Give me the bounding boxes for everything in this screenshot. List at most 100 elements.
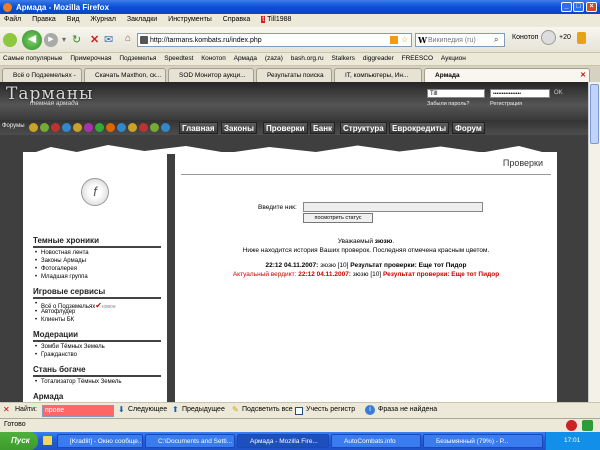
maximize-button[interactable]: □ [573, 2, 584, 12]
search-icon[interactable]: ⌕ [494, 35, 498, 45]
sidebar-link[interactable]: Гражданство [35, 352, 77, 358]
find-prev-button[interactable]: Предыдущее [182, 406, 225, 413]
find-prev-icon[interactable]: ⬆ [172, 405, 179, 414]
flash-player-icon[interactable]: f [81, 178, 109, 206]
clan-badge-icon[interactable] [117, 123, 126, 132]
clan-badge-icon[interactable] [40, 123, 49, 132]
clan-badge-icon[interactable] [150, 123, 159, 132]
bookmark-item[interactable]: (zaza) [265, 55, 283, 62]
clan-badge-icon[interactable] [106, 123, 115, 132]
menu-tools[interactable]: Инструменты [168, 16, 212, 23]
search-box[interactable]: W Википедия (ru) ⌕ [415, 33, 505, 47]
login-ok-button[interactable]: OK [554, 90, 563, 96]
sidebar-link[interactable]: Зомби Тёмных Земель [35, 344, 105, 350]
bookmark-item[interactable]: Stalkers [331, 55, 354, 62]
highlight-all-button[interactable]: Подсветить все [242, 406, 293, 413]
bookmark-item[interactable]: Самые популярные [3, 55, 63, 62]
start-button[interactable]: Пуск [0, 432, 38, 450]
taskbar-item[interactable]: AutoCombats.info [331, 434, 421, 448]
nav-forum[interactable]: Форум [452, 122, 485, 134]
adblock-icon[interactable] [566, 420, 577, 431]
login-name-field[interactable]: Till [427, 89, 485, 98]
nav-eurocredits[interactable]: Еврокредиты [389, 122, 450, 134]
find-input[interactable]: прове [42, 405, 114, 417]
notes-icon[interactable] [577, 32, 586, 44]
bookmark-item[interactable]: Аукцион [441, 55, 466, 62]
nav-laws[interactable]: Законы [221, 122, 257, 134]
close-tab-icon[interactable]: ✕ [580, 71, 586, 79]
bookmark-item[interactable]: diggreader [363, 55, 394, 62]
sidebar-link[interactable]: Законы Армады [35, 258, 86, 264]
clan-badge-icon[interactable] [29, 123, 38, 132]
nav-bank[interactable]: Банк [310, 122, 336, 134]
minimize-button[interactable]: _ [561, 2, 572, 12]
menu-file[interactable]: Файл [4, 16, 21, 23]
clan-badge-icon[interactable] [139, 123, 148, 132]
forward-button[interactable]: ▶ [44, 33, 58, 47]
tab-item[interactable]: Результаты поиска [256, 68, 332, 82]
clan-badge-icon[interactable] [62, 123, 71, 132]
mail-icon[interactable]: ✉ [104, 33, 113, 46]
clan-badge-icon[interactable] [84, 123, 93, 132]
bookmark-item[interactable]: FREESCO [402, 55, 433, 62]
address-bar[interactable]: http://tarmans.kombats.ru/index.php ☆ [137, 33, 412, 47]
taskbar-item[interactable]: [Kradlit] - Окно сообще... [57, 434, 143, 448]
bookmark-item[interactable]: Примерочная [70, 55, 111, 62]
register-link[interactable]: Регистрация [490, 101, 522, 107]
highlight-icon[interactable]: ✎ [232, 405, 239, 414]
dropdown-icon[interactable]: ▾ [62, 35, 66, 44]
quicklaunch-icon[interactable] [43, 436, 52, 445]
wikipedia-icon[interactable]: W [418, 35, 427, 45]
sidebar-link[interactable]: Тотализатор Тёмных Земель [35, 379, 121, 385]
nick-input[interactable] [303, 202, 483, 212]
nav-home[interactable]: Главная [179, 122, 218, 134]
menu-help[interactable]: Справка [223, 16, 250, 23]
nav-checks[interactable]: Проверки [263, 122, 308, 134]
menu-till[interactable]: Till1988 [267, 16, 291, 23]
login-password-field[interactable]: •••••••••••••••• [490, 89, 550, 98]
clan-badge-icon[interactable] [161, 123, 170, 132]
menu-history[interactable]: Журнал [90, 16, 116, 23]
taskbar-item[interactable]: C:\Documents and Setti... [145, 434, 235, 448]
home-icon[interactable]: ⌂ [125, 33, 131, 44]
clan-badge-icon[interactable] [73, 123, 82, 132]
bookmark-item[interactable]: Speedtest [164, 55, 193, 62]
tab-item[interactable]: Всё о Подземельях - [2, 68, 82, 82]
find-next-button[interactable]: Следующее [128, 406, 167, 413]
sidebar-link[interactable]: Младшая группа [35, 274, 88, 280]
taskbar-item[interactable]: Безымянный (79%) - Р... [423, 434, 543, 448]
bookmark-star-icon[interactable]: ☆ [401, 35, 408, 44]
bookmark-item[interactable]: Армада [234, 55, 257, 62]
close-find-icon[interactable]: ✕ [3, 405, 10, 414]
addon-icon[interactable] [582, 420, 593, 431]
bookmark-item[interactable]: bash.org.ru [291, 55, 324, 62]
sidebar-link[interactable]: Новостная лента [35, 250, 89, 256]
verdict-name[interactable]: зюзю [353, 271, 369, 278]
tab-item[interactable]: Скачать Maxthon, ск... [84, 68, 166, 82]
reload-list-icon[interactable] [3, 33, 17, 47]
stop-icon[interactable]: ✕ [90, 33, 99, 46]
clan-badge-icon[interactable] [128, 123, 137, 132]
clan-badge-icon[interactable] [51, 123, 60, 132]
nav-structure[interactable]: Структура [340, 122, 387, 134]
vertical-scrollbar[interactable] [588, 82, 600, 402]
sidebar-link[interactable]: Фотогалерея [35, 266, 77, 272]
reload-icon[interactable]: ↻ [72, 33, 81, 46]
match-case-checkbox[interactable] [295, 407, 303, 415]
tab-active[interactable]: Армада ✕ [424, 68, 590, 82]
record-name[interactable]: зюзю [320, 262, 336, 269]
find-next-icon[interactable]: ⬇ [118, 405, 125, 414]
menu-edit[interactable]: Правка [32, 16, 56, 23]
sidebar-link[interactable]: Клиенты БК [35, 317, 74, 323]
tab-item[interactable]: SOD Монитор аукци... [168, 68, 254, 82]
back-button[interactable]: ◀ [22, 30, 42, 50]
sidebar-link[interactable]: Автофлудер [35, 309, 75, 315]
rss-icon[interactable] [390, 36, 398, 44]
taskbar-item-active[interactable]: Армада - Mozilla Fire... [237, 434, 329, 448]
check-status-button[interactable]: посмотреть статус [303, 213, 373, 223]
tab-item[interactable]: IT, компьютеры, Ин... [334, 68, 422, 82]
scrollbar-thumb[interactable] [590, 84, 599, 144]
close-button[interactable]: × [586, 2, 597, 12]
bookmark-item[interactable]: Подземелья [119, 55, 156, 62]
bookmark-item[interactable]: Конотоп [201, 55, 226, 62]
